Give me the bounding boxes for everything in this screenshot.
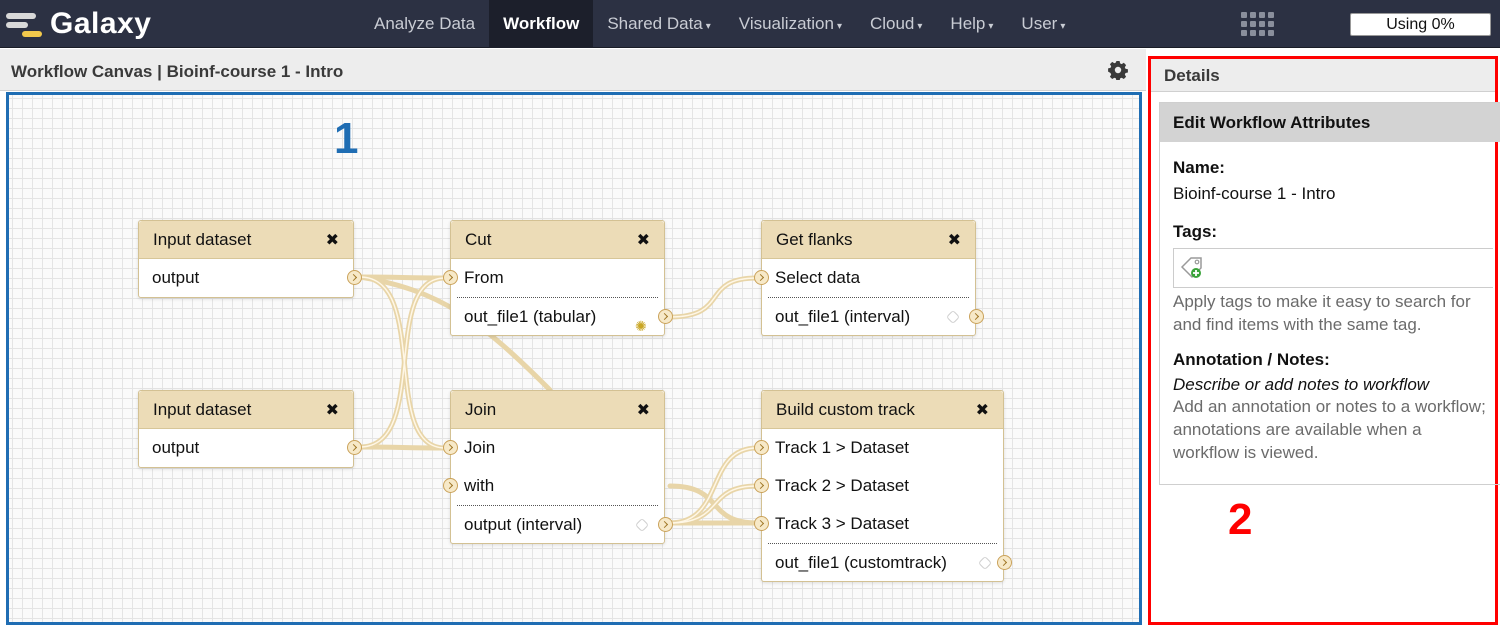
node-title[interactable]: Get flanks ✖ [762,221,975,259]
annotation-editable[interactable]: Describe or add notes to workflow [1173,375,1490,395]
close-icon[interactable]: ✖ [948,230,961,250]
close-icon[interactable]: ✖ [326,400,339,420]
caret-down-icon: ▾ [836,21,842,32]
caret-down-icon: ▾ [705,21,711,32]
galaxy-logo-icon [4,7,44,41]
tags-field: Tags: Apply tags to make it easy to sear… [1160,222,1500,336]
node-title[interactable]: Cut ✖ [451,221,664,259]
output-terminal-icon[interactable] [658,309,673,324]
output-terminal-icon[interactable] [347,440,362,455]
close-icon[interactable]: ✖ [326,230,339,250]
node-input-row: Select data [754,259,969,297]
node-join[interactable]: Join ✖ Join with output (interval) [443,390,673,544]
node-input-row: Join [443,429,658,467]
nav-workflow[interactable]: Workflow [489,0,594,48]
annotation-label: Annotation / Notes: [1173,350,1330,369]
callout-number-2: 2 [1228,495,1253,544]
nav-help[interactable]: Help ▾ [936,0,1007,48]
tags-help-text: Apply tags to make it easy to search for… [1173,292,1471,334]
input-terminal-icon[interactable] [754,270,769,285]
canvas-title: Workflow Canvas | Bioinf-course 1 - Intr… [11,62,344,81]
gear-icon[interactable] [1108,60,1128,80]
workflow-name-editable[interactable]: Bioinf-course 1 - Intro [1173,184,1490,204]
workflow-output-marker-icon[interactable] [634,517,650,533]
annotation-field: Annotation / Notes: Describe or add note… [1160,350,1500,464]
node-output-row: output [145,429,362,467]
node-input-row: From [443,259,658,297]
node-input-dataset-2[interactable]: Input dataset ✖ output [138,390,362,468]
node-output-row: output (interval) [457,505,673,543]
nav-visualization[interactable]: Visualization ▾ [725,0,856,48]
node-title[interactable]: Input dataset ✖ [139,221,353,259]
output-terminal-icon[interactable] [969,309,984,324]
node-input-dataset-1[interactable]: Input dataset ✖ output [138,220,362,298]
brand-name: Galaxy [50,7,152,40]
input-terminal-icon[interactable] [754,516,769,531]
node-title[interactable]: Build custom track ✖ [762,391,1003,429]
node-input-row: Track 1 > Dataset [754,429,997,467]
close-icon[interactable]: ✖ [637,230,650,250]
callout-number-1: 1 [334,114,359,163]
nav-analyze-data[interactable]: Analyze Data [360,0,489,48]
tags-label: Tags: [1173,222,1218,241]
edit-attributes-title: Edit Workflow Attributes [1160,103,1500,142]
node-title[interactable]: Input dataset ✖ [139,391,353,429]
node-cut[interactable]: Cut ✖ From out_file1 (tabular) ✺ [443,220,673,336]
close-icon[interactable]: ✖ [637,400,650,420]
masthead: Galaxy Analyze Data Workflow Shared Data… [0,0,1500,48]
main-nav: Analyze Data Workflow Shared Data ▾ Visua… [360,0,1079,48]
node-build-custom-track[interactable]: Build custom track ✖ Track 1 > Dataset T… [754,390,1012,582]
nav-user[interactable]: User ▾ [1007,0,1079,48]
node-output-row: out_file1 (interval) [768,297,984,335]
details-panel: Details Edit Workflow Attributes Name: B… [1148,56,1500,625]
output-terminal-icon[interactable] [997,555,1012,570]
node-title[interactable]: Join ✖ [451,391,664,429]
tags-input[interactable] [1173,248,1493,288]
edit-workflow-attributes: Edit Workflow Attributes Name: Bioinf-co… [1159,102,1500,485]
node-input-row: Track 2 > Dataset [754,467,997,505]
node-input-row: Track 3 > Dataset [754,505,997,543]
caret-down-icon: ▾ [988,21,994,32]
workflow-output-marker-icon[interactable] [977,555,993,571]
output-terminal-icon[interactable] [658,517,673,532]
caret-down-icon: ▾ [1060,21,1066,32]
input-terminal-icon[interactable] [754,478,769,493]
input-terminal-icon[interactable] [443,478,458,493]
annotation-help-text: Add an annotation or notes to a workflow… [1173,397,1486,462]
close-icon[interactable]: ✖ [976,400,989,420]
app-grid-icon[interactable] [1241,12,1274,38]
input-terminal-icon[interactable] [443,440,458,455]
details-header: Details [1151,59,1495,92]
workflow-output-marker-icon[interactable] [945,309,961,325]
node-input-row: with [443,467,658,505]
node-get-flanks[interactable]: Get flanks ✖ Select data out_file1 (inte… [754,220,984,336]
node-output-row: out_file1 (tabular) ✺ [457,297,673,335]
name-label: Name: [1173,158,1225,177]
nav-shared-data[interactable]: Shared Data ▾ [593,0,724,48]
workflow-output-gear-icon[interactable]: ✺ [635,307,647,334]
node-output-row: out_file1 (customtrack) [768,543,1012,581]
input-terminal-icon[interactable] [754,440,769,455]
caret-down-icon: ▾ [917,21,923,32]
brand-home-link[interactable]: Galaxy [4,6,151,42]
name-field: Name: Bioinf-course 1 - Intro [1160,158,1500,204]
input-terminal-icon[interactable] [443,270,458,285]
add-tag-icon[interactable] [1179,256,1205,280]
canvas-header: Workflow Canvas | Bioinf-course 1 - Intr… [0,49,1146,91]
output-terminal-icon[interactable] [347,270,362,285]
nav-cloud[interactable]: Cloud ▾ [856,0,936,48]
quota-meter[interactable]: Using 0% [1350,13,1491,36]
node-output-row: output [145,259,362,297]
